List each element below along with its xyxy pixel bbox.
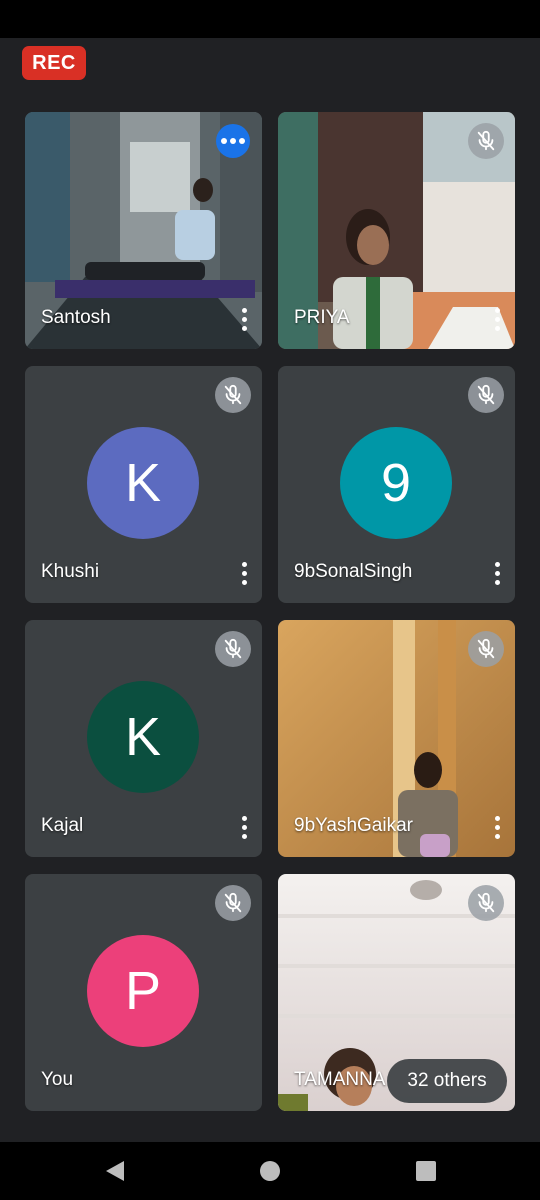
participant-tile[interactable]: Santosh (25, 112, 262, 349)
participant-name: Kajal (41, 815, 84, 836)
participant-tile[interactable]: TAMANNA 32 others (278, 874, 515, 1111)
back-icon[interactable] (104, 1160, 126, 1182)
mic-off-icon (215, 631, 251, 667)
participant-tile[interactable]: K Khushi (25, 366, 262, 603)
more-vert-icon[interactable] (487, 813, 507, 841)
mic-off-icon (215, 377, 251, 413)
avatar: P (87, 935, 199, 1047)
participant-tile[interactable]: 9 9bSonalSingh (278, 366, 515, 603)
more-vert-icon[interactable] (234, 559, 254, 587)
avatar: K (87, 427, 199, 539)
participant-name: Khushi (41, 561, 100, 582)
participant-tile[interactable]: 9bYashGaikar (278, 620, 515, 857)
participant-name: PRIYA (294, 307, 350, 328)
recents-icon[interactable] (416, 1161, 436, 1181)
more-vert-icon[interactable] (487, 305, 507, 333)
participant-tile[interactable]: K Kajal (25, 620, 262, 857)
participant-name: 9bYashGaikar (294, 815, 413, 836)
more-vert-icon[interactable] (487, 559, 507, 587)
mic-off-icon (468, 885, 504, 921)
participant-tile[interactable]: PRIYA (278, 112, 515, 349)
mic-off-icon (468, 377, 504, 413)
participant-name: TAMANNA (294, 1069, 386, 1090)
participant-name: 9bSonalSingh (294, 561, 413, 582)
avatar: K (87, 681, 199, 793)
mic-off-icon (468, 123, 504, 159)
status-bar (0, 0, 540, 38)
mic-off-icon (468, 631, 504, 667)
participant-tile[interactable]: P You (25, 874, 262, 1111)
mic-off-icon (215, 885, 251, 921)
others-button[interactable]: 32 others (387, 1059, 507, 1103)
more-vert-icon[interactable] (234, 813, 254, 841)
participant-name: You (41, 1069, 74, 1090)
participant-name: Santosh (41, 307, 111, 328)
more-vert-icon[interactable] (234, 305, 254, 333)
recording-badge: REC (22, 46, 86, 80)
home-icon[interactable] (260, 1161, 280, 1181)
avatar: 9 (340, 427, 452, 539)
more-options-badge-icon[interactable] (216, 124, 250, 158)
navigation-bar (0, 1142, 540, 1200)
